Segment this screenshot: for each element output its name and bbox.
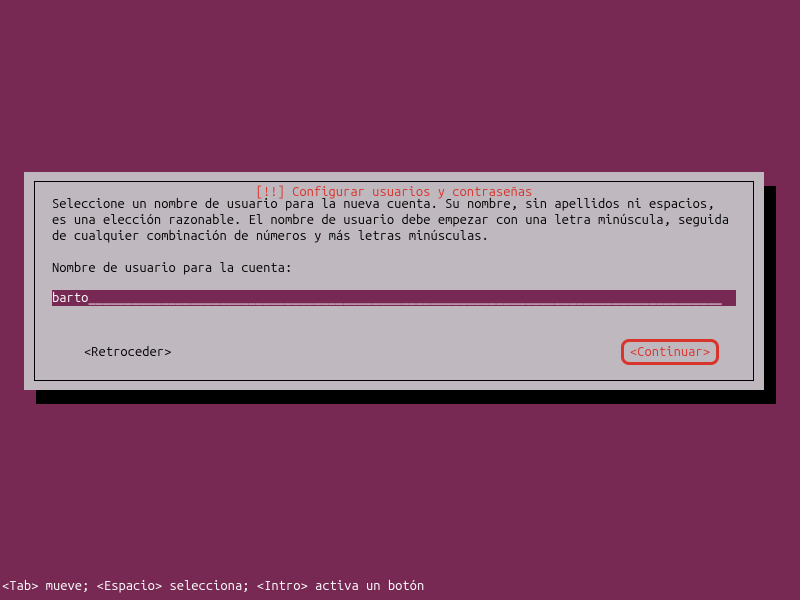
dialog-content: Seleccione un nombre de usuario para la … <box>52 196 736 276</box>
continue-button[interactable]: <Continuar> <box>630 345 710 359</box>
username-input-value: barto <box>52 291 88 305</box>
dialog-instructions: Seleccione un nombre de usuario para la … <box>52 196 736 244</box>
username-input-fill: ________________________________________… <box>88 291 736 305</box>
dialog-button-row: <Retroceder> <Continuar> <box>52 338 736 366</box>
configure-users-dialog: [!!] Configurar usuarios y contraseñas S… <box>24 172 764 390</box>
back-button[interactable]: <Retroceder> <box>52 345 171 359</box>
status-bar: <Tab> mueve; <Espacio> selecciona; <Intr… <box>0 578 424 594</box>
continue-button-highlight: <Continuar> <box>621 339 719 365</box>
username-prompt-label: Nombre de usuario para la cuenta: <box>52 260 736 276</box>
username-input[interactable]: barto __________________________________… <box>52 290 736 306</box>
